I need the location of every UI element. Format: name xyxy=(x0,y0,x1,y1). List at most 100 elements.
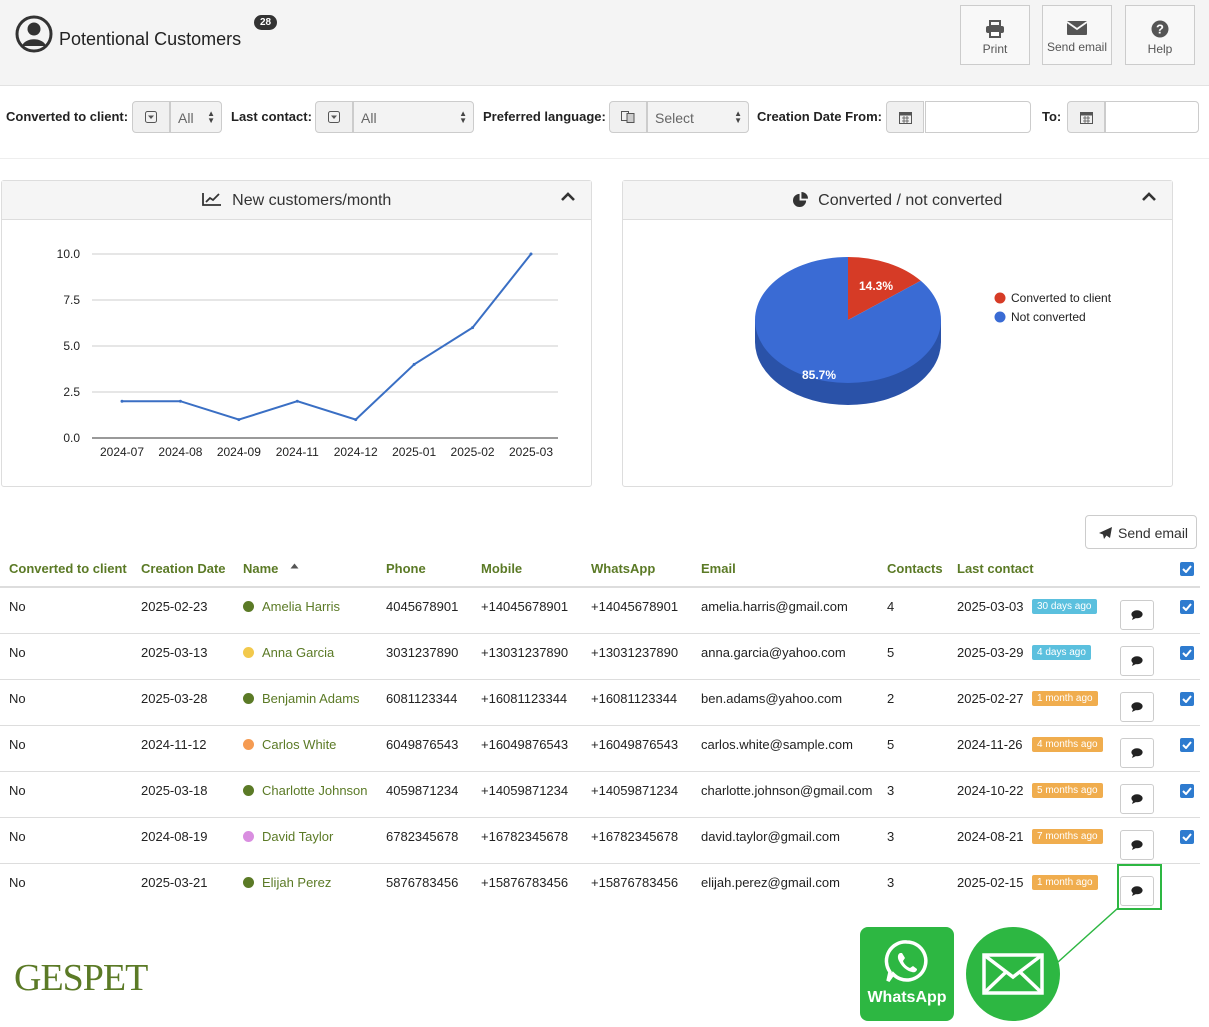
col-whatsapp[interactable]: WhatsApp xyxy=(591,561,655,576)
line-chart-icon xyxy=(201,193,221,206)
help-button[interactable]: ? Help xyxy=(1125,5,1195,65)
message-button[interactable] xyxy=(1120,830,1154,860)
row-checkbox[interactable] xyxy=(1180,646,1194,660)
legend-label[interactable]: Not converted xyxy=(1011,310,1086,324)
language-filter-select[interactable]: Select ▲ ▼ xyxy=(647,101,749,133)
cell-whatsapp: +16081123344 xyxy=(591,691,678,706)
time-ago-badge: 1 month ago xyxy=(1032,875,1098,890)
message-button[interactable] xyxy=(1120,784,1154,814)
checkmark-icon xyxy=(1182,787,1192,795)
cell-converted: No xyxy=(9,737,26,752)
time-ago-badge: 4 months ago xyxy=(1032,737,1103,752)
envelope-icon xyxy=(982,953,1044,995)
user-circle-icon xyxy=(15,15,53,53)
col-email[interactable]: Email xyxy=(701,561,736,576)
comment-icon xyxy=(1131,656,1143,666)
x-tick-label: 2024-07 xyxy=(100,445,144,459)
customer-name: David Taylor xyxy=(262,829,334,844)
cell-whatsapp: +15876783456 xyxy=(591,875,679,890)
row-checkbox[interactable] xyxy=(1180,738,1194,752)
y-tick-label: 2.5 xyxy=(63,385,80,399)
chevron-up-icon[interactable] xyxy=(1142,192,1156,202)
cell-name[interactable]: David Taylor xyxy=(243,829,333,844)
checkmark-icon xyxy=(1182,741,1192,749)
language-icon xyxy=(609,101,647,133)
print-button[interactable]: Print xyxy=(960,5,1030,65)
send-email-button[interactable]: Send email xyxy=(1085,515,1197,549)
col-last-contact[interactable]: Last contact xyxy=(957,561,1034,576)
select-arrows-icon: ▲ ▼ xyxy=(459,109,467,125)
cell-whatsapp: +16049876543 xyxy=(591,737,679,752)
gespet-logo: GESPET xyxy=(14,957,148,999)
cell-created: 2025-03-18 xyxy=(141,783,208,798)
pie-chart-title: Converted / not converted xyxy=(818,192,1003,209)
y-tick-label: 5.0 xyxy=(63,339,80,353)
comment-icon xyxy=(1131,794,1143,804)
send-email-header-button[interactable]: Send email xyxy=(1042,5,1112,65)
x-tick-label: 2025-03 xyxy=(509,445,553,459)
message-button[interactable] xyxy=(1120,600,1154,630)
cell-name[interactable]: Anna Garcia xyxy=(243,645,334,660)
pie-chart: 14.3% 85.7% Converted to client Not convert… xyxy=(755,257,1112,405)
row-checkbox[interactable] xyxy=(1180,830,1194,844)
message-button[interactable] xyxy=(1120,738,1154,768)
envelope-icon xyxy=(1066,21,1088,35)
email-tile[interactable] xyxy=(966,927,1060,1021)
checkmark-icon xyxy=(1182,695,1192,703)
select-all-checkbox[interactable] xyxy=(1180,562,1194,576)
customer-name: Carlos White xyxy=(262,737,337,752)
table-row: No 2025-03-13 Anna Garcia 3031237890 +130312… xyxy=(0,634,1200,680)
cell-converted: No xyxy=(9,691,26,706)
customer-name: Amelia Harris xyxy=(262,599,341,614)
chevron-up-icon[interactable] xyxy=(561,192,575,202)
cell-email: charlotte.johnson@gmail.com xyxy=(701,783,873,798)
cell-converted: No xyxy=(9,875,26,890)
cell-whatsapp: +16782345678 xyxy=(591,829,679,844)
row-checkbox[interactable] xyxy=(1180,600,1194,614)
converted-filter-label: Converted to client: xyxy=(6,109,129,124)
message-button[interactable] xyxy=(1120,646,1154,676)
cell-name[interactable]: Benjamin Adams xyxy=(243,691,360,706)
converted-filter-select[interactable]: All ▲ ▼ xyxy=(170,101,222,133)
cell-last: 2024-11-26 xyxy=(957,737,1023,752)
cell-whatsapp: +14059871234 xyxy=(591,783,679,798)
customer-name: Anna Garcia xyxy=(262,645,335,660)
col-creation-date[interactable]: Creation Date xyxy=(141,561,226,576)
col-mobile[interactable]: Mobile xyxy=(481,561,522,576)
cell-last: 2025-02-15 xyxy=(957,875,1024,890)
y-tick-label: 7.5 xyxy=(63,293,80,307)
col-phone[interactable]: Phone xyxy=(386,561,426,576)
row-checkbox[interactable] xyxy=(1180,784,1194,798)
y-tick-label: 10.0 xyxy=(57,247,81,261)
line-chart-title: New customers/month xyxy=(232,192,392,209)
col-contacts[interactable]: Contacts xyxy=(887,561,943,576)
date-to-input[interactable] xyxy=(1105,101,1199,133)
cell-email: anna.garcia@yahoo.com xyxy=(701,645,846,660)
last-contact-filter-select[interactable]: All ▲ ▼ xyxy=(353,101,474,133)
pie-chart-panel-header: Converted / not converted xyxy=(623,181,1172,220)
status-dot xyxy=(243,785,254,796)
whatsapp-tile[interactable]: WhatsApp xyxy=(860,927,954,1021)
cell-name[interactable]: Elijah Perez xyxy=(243,875,331,890)
cell-mobile: +14045678901 xyxy=(481,599,569,614)
converted-filter-value: All xyxy=(178,110,194,126)
cell-phone: 6782345678 xyxy=(386,829,459,844)
cell-name[interactable]: Charlotte Johnson xyxy=(243,783,368,798)
x-tick-label: 2024-09 xyxy=(217,445,261,459)
row-checkbox[interactable] xyxy=(1180,692,1194,706)
last-contact-filter-value: All xyxy=(361,110,377,126)
cell-email: carlos.white@sample.com xyxy=(701,737,853,752)
col-converted[interactable]: Converted to client xyxy=(9,561,127,576)
data-point xyxy=(237,418,241,422)
print-label: Print xyxy=(982,42,1008,56)
cell-name[interactable]: Amelia Harris xyxy=(243,599,340,614)
date-from-input[interactable] xyxy=(925,101,1031,133)
col-name[interactable]: Name xyxy=(243,561,278,576)
message-button[interactable] xyxy=(1120,692,1154,722)
cell-contacts: 4 xyxy=(887,599,895,614)
legend-label[interactable]: Converted to client xyxy=(1011,291,1112,305)
cell-name[interactable]: Carlos White xyxy=(243,737,336,752)
customer-name: Benjamin Adams xyxy=(262,691,360,706)
slice-value-label: 85.7% xyxy=(802,368,836,382)
date-from-label: Creation Date From: xyxy=(757,109,882,124)
